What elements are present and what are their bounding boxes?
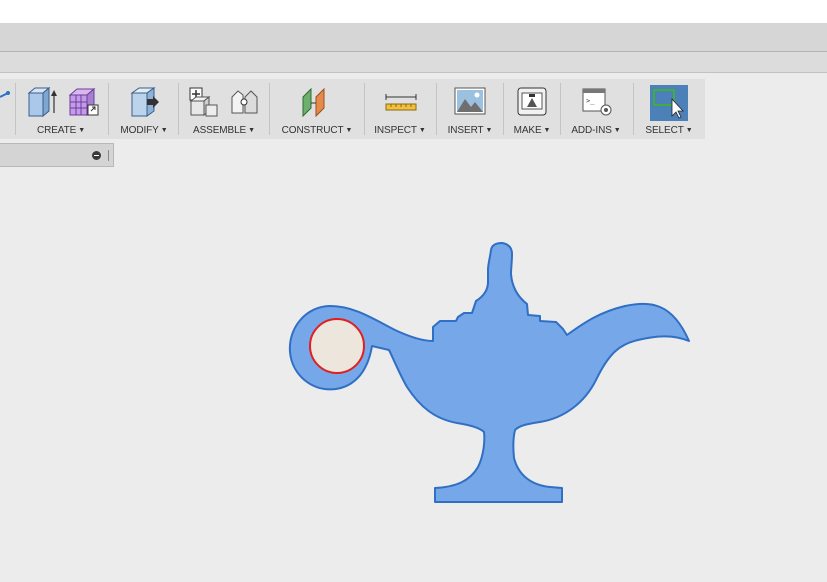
svg-text:>_: >_ (586, 97, 595, 105)
toolbar-separator (560, 83, 561, 135)
assemble-group[interactable]: ASSEMBLE ▼ (182, 79, 266, 139)
construct-label: CONSTRUCT (281, 125, 344, 136)
chevron-down-icon: ▼ (543, 127, 551, 134)
toolbar-separator (364, 83, 365, 135)
insert-group[interactable]: INSERT ▼ (440, 79, 500, 139)
ribbon-toolbar: CREATE ▼ MODIFY ▼ ASSEMBLE ▼ CONSTRUCT ▼… (0, 79, 705, 139)
chevron-down-icon: ▼ (613, 127, 621, 134)
chevron-down-icon: ▼ (78, 127, 86, 134)
select-label: SELECT (645, 125, 684, 136)
measure-ruler-icon[interactable] (384, 85, 418, 119)
browser-panel-header (0, 143, 114, 167)
scripts-addins-icon[interactable]: >_ (580, 85, 614, 119)
selected-circle-profile[interactable] (309, 318, 365, 374)
chevron-down-icon: ▼ (160, 127, 168, 134)
toolbar-separator (436, 83, 437, 135)
chevron-down-icon: ▼ (345, 127, 353, 134)
create-label: CREATE (36, 125, 77, 136)
insert-image-icon[interactable] (453, 85, 487, 119)
modify-label: MODIFY (120, 125, 159, 136)
make-group[interactable]: MAKE ▼ (507, 79, 557, 139)
inspect-label: INSPECT (374, 125, 417, 136)
sketch-partial-group (0, 79, 14, 139)
chevron-down-icon: ▼ (485, 127, 493, 134)
toolbar-separator (108, 83, 109, 135)
extrude-box-icon[interactable] (25, 85, 59, 119)
toolbar-separator (503, 83, 504, 135)
toolbar-separator (633, 83, 634, 135)
top-blank-area (0, 0, 827, 23)
3d-print-icon[interactable] (515, 85, 549, 119)
select-window-icon[interactable] (650, 85, 688, 121)
toolbar-separator (178, 83, 179, 135)
inspect-group[interactable]: INSPECT ▼ (368, 79, 432, 139)
chevron-down-icon: ▼ (685, 127, 693, 134)
select-group[interactable]: SELECT ▼ (637, 79, 701, 139)
create-group[interactable]: CREATE ▼ (18, 79, 104, 139)
lamp-body-profile[interactable] (288, 242, 690, 503)
new-component-icon[interactable] (187, 85, 221, 119)
chevron-down-icon: ▼ (418, 127, 426, 134)
joint-icon[interactable] (228, 85, 262, 119)
construct-group[interactable]: CONSTRUCT ▼ (273, 79, 361, 139)
modify-group[interactable]: MODIFY ▼ (112, 79, 176, 139)
insert-label: INSERT (447, 125, 484, 136)
toolbar-separator (269, 83, 270, 135)
assemble-label: ASSEMBLE (193, 125, 247, 136)
lamp-sketch-profile[interactable] (288, 242, 690, 503)
chevron-down-icon: ▼ (248, 127, 255, 134)
document-tab-bar (0, 52, 827, 73)
add-ins-label: ADD-INS (571, 125, 612, 136)
make-label: MAKE (513, 125, 542, 136)
form-cube-icon[interactable] (66, 85, 100, 119)
collapse-panel-icon[interactable] (92, 151, 101, 160)
panel-resize-grip[interactable] (108, 150, 109, 161)
press-pull-icon[interactable] (128, 85, 162, 119)
toolbar-separator (15, 83, 16, 135)
application-title-bar (0, 23, 827, 52)
add-ins-group[interactable]: >_ ADD-INS ▼ (563, 79, 629, 139)
sketch-line-icon[interactable] (0, 85, 12, 115)
offset-plane-icon[interactable] (300, 85, 334, 119)
